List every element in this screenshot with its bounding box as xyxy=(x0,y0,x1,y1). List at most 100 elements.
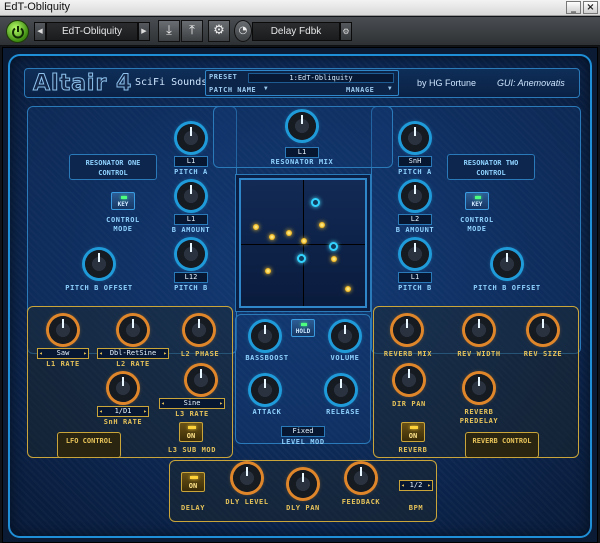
l1-rate-knob[interactable] xyxy=(49,316,77,344)
feedback-knob[interactable] xyxy=(347,464,375,492)
load-icon: ⤓ xyxy=(166,23,172,38)
param-menu-button[interactable]: ⚙ xyxy=(340,22,352,41)
attack-knob[interactable] xyxy=(251,376,279,404)
xy-point[interactable] xyxy=(286,230,292,236)
res2-pitch-a-knob[interactable] xyxy=(401,124,429,152)
delay-label: DELAY xyxy=(180,504,206,512)
res2-pitch-b-knob[interactable] xyxy=(401,240,429,268)
xy-point[interactable] xyxy=(345,286,351,292)
xy-cursor[interactable] xyxy=(329,242,338,251)
res2-b-amount-display[interactable]: L2 xyxy=(398,214,432,225)
param-name-field[interactable]: Delay Fdbk xyxy=(252,22,340,41)
feedback-label: FEEDBACK xyxy=(341,498,381,506)
patch-name-arrow-icon[interactable]: ▼ xyxy=(264,85,268,92)
reverb-label: REVERB xyxy=(398,446,428,454)
power-icon xyxy=(12,26,24,39)
save-preset-button[interactable]: ⤒ xyxy=(181,20,203,42)
l2-rate-display[interactable]: Dbl-RetSine xyxy=(97,348,169,359)
res2-pitch-a-display[interactable]: SnH xyxy=(398,156,432,167)
delay-on-button[interactable]: ON xyxy=(181,472,205,492)
resonator-mix-display[interactable]: L1 xyxy=(285,147,319,158)
l1-rate-label: L1 RATE xyxy=(46,360,80,368)
dir-pan-label: DIR PAN xyxy=(392,400,426,408)
xy-point[interactable] xyxy=(331,256,337,262)
minimize-button[interactable]: _ xyxy=(566,1,581,14)
host-preset-field[interactable]: EdT-Obliquity xyxy=(46,22,138,41)
l2-rate-knob[interactable] xyxy=(119,316,147,344)
res1-b-amount-display[interactable]: L1 xyxy=(174,214,208,225)
dly-level-label: DLY LEVEL xyxy=(225,498,269,506)
xy-cursor[interactable] xyxy=(297,254,306,263)
l2-phase-knob[interactable] xyxy=(185,316,213,344)
res1-pitch-b-offset-knob[interactable] xyxy=(85,250,113,278)
save-icon: ⤒ xyxy=(189,23,195,38)
resonator-two-title: RESONATOR TWO CONTROL xyxy=(447,154,535,180)
bassboost-knob[interactable] xyxy=(251,322,279,350)
reverb-mix-knob[interactable] xyxy=(393,316,421,344)
xy-cursor[interactable] xyxy=(311,198,320,207)
reverb-on-button[interactable]: ON xyxy=(401,422,425,442)
xy-point[interactable] xyxy=(301,238,307,244)
lfo-control-title: LFO CONTROL xyxy=(57,432,121,458)
window-title: EdT-Obliquity xyxy=(4,1,71,13)
res1-b-amount-label: B AMOUNT xyxy=(171,226,211,234)
xy-point[interactable] xyxy=(319,222,325,228)
xy-point[interactable] xyxy=(265,268,271,274)
volume-knob[interactable] xyxy=(331,322,359,350)
level-mod-display[interactable]: Fixed xyxy=(281,426,325,437)
plugin-editor: Altair 4 SciFi Sounds Lab PRESET 1:EdT-O… xyxy=(2,47,598,543)
res2-pitch-b-offset-knob[interactable] xyxy=(493,250,521,278)
reverb-predelay-knob[interactable] xyxy=(465,374,493,402)
res1-pitch-b-display[interactable]: L12 xyxy=(174,272,208,283)
dly-level-knob[interactable] xyxy=(233,464,261,492)
hold-button[interactable]: HOLD xyxy=(291,319,315,337)
preset-panel: PRESET 1:EdT-Obliquity PATCH NAME ▼ MANA… xyxy=(205,70,399,96)
preset-value[interactable]: 1:EdT-Obliquity xyxy=(248,73,394,83)
bpm-display[interactable]: 1/2 xyxy=(399,480,433,491)
l3-rate-knob[interactable] xyxy=(187,366,215,394)
res1-key-button[interactable]: KEY xyxy=(111,192,135,210)
xy-point[interactable] xyxy=(253,224,259,230)
l2-rate-label: L2 RATE xyxy=(116,360,150,368)
plugin-header: Altair 4 SciFi Sounds Lab PRESET 1:EdT-O… xyxy=(24,68,580,98)
dir-pan-knob[interactable] xyxy=(395,366,423,394)
l3-sub-mod-button[interactable]: ON xyxy=(179,422,203,442)
param-knob-button[interactable]: ◔ xyxy=(234,20,252,42)
settings-button[interactable]: ⚙ xyxy=(208,20,230,42)
l3-rate-display[interactable]: Sine xyxy=(159,398,225,409)
xy-point[interactable] xyxy=(269,234,275,240)
release-label: RELEASE xyxy=(326,408,360,416)
manage-arrow-icon[interactable]: ▼ xyxy=(388,85,392,92)
load-preset-button[interactable]: ⤓ xyxy=(158,20,180,42)
next-preset-button[interactable]: ▶ xyxy=(138,22,150,41)
res1-b-amount-knob[interactable] xyxy=(177,182,205,210)
manage-label[interactable]: MANAGE xyxy=(346,86,374,94)
bassboost-label: BASSBOOST xyxy=(245,354,289,362)
res2-control-mode-label: CONTROL MODE xyxy=(460,216,494,233)
knob-icon: ◔ xyxy=(238,25,248,36)
res2-key-button[interactable]: KEY xyxy=(465,192,489,210)
dly-pan-label: DLY PAN xyxy=(286,504,320,512)
close-button[interactable]: × xyxy=(583,1,598,14)
left-arrow-icon: ◀ xyxy=(37,27,43,35)
snh-rate-display[interactable]: 1/D1 xyxy=(97,406,149,417)
res1-control-mode-label: CONTROL MODE xyxy=(106,216,140,233)
patch-name-label[interactable]: PATCH NAME xyxy=(209,86,256,94)
res2-pitch-b-display[interactable]: L1 xyxy=(398,272,432,283)
rev-size-knob[interactable] xyxy=(529,316,557,344)
release-knob[interactable] xyxy=(327,376,355,404)
reverb-mix-label: REVERB MIX xyxy=(383,350,433,358)
l1-rate-display[interactable]: Saw xyxy=(37,348,89,359)
resonator-mix-knob[interactable] xyxy=(288,112,316,140)
xy-pad[interactable] xyxy=(239,178,367,308)
power-button[interactable] xyxy=(6,20,29,43)
res1-pitch-a-display[interactable]: L1 xyxy=(174,156,208,167)
dly-pan-knob[interactable] xyxy=(289,470,317,498)
snh-rate-knob[interactable] xyxy=(109,374,137,402)
rev-width-knob[interactable] xyxy=(465,316,493,344)
res1-pitch-a-knob[interactable] xyxy=(177,124,205,152)
res1-pitch-b-knob[interactable] xyxy=(177,240,205,268)
prev-preset-button[interactable]: ◀ xyxy=(34,22,46,41)
res2-b-amount-knob[interactable] xyxy=(401,182,429,210)
right-arrow-icon: ▶ xyxy=(141,27,147,35)
